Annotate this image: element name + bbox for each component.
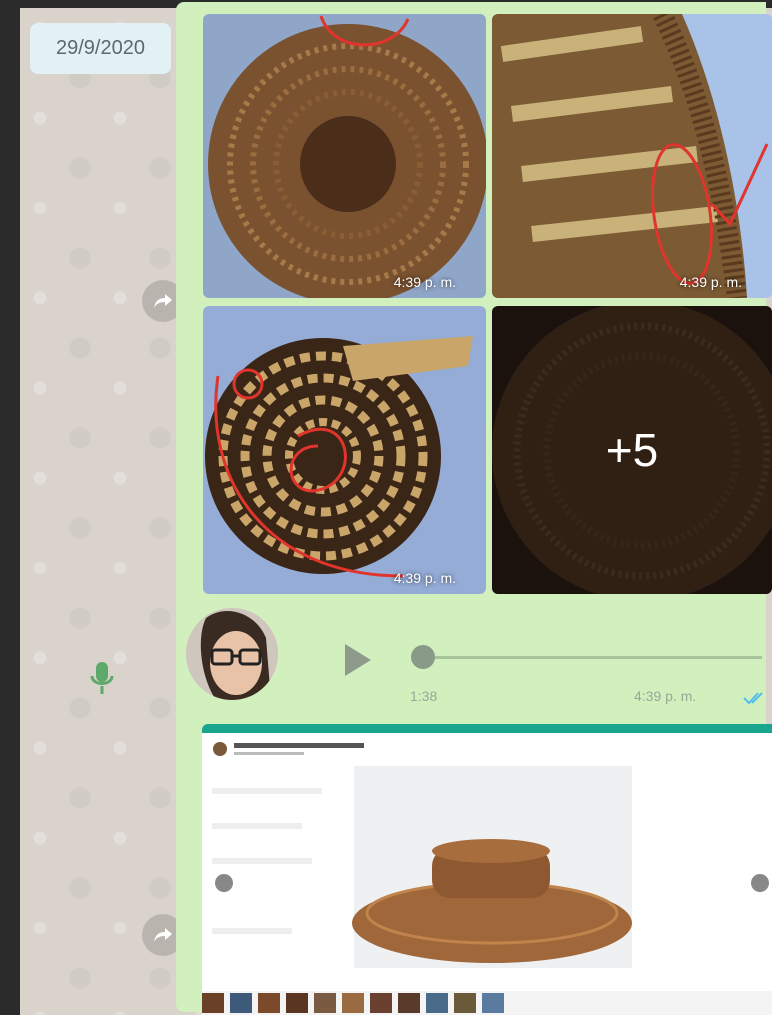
play-button[interactable] (325, 638, 377, 682)
avatar (186, 608, 278, 700)
message-time: 4:39 p. m. (679, 274, 742, 290)
forward-icon (154, 928, 172, 942)
album-photo[interactable]: 4:39 p. m. (203, 14, 486, 298)
date-chip: 29/9/2020 (30, 23, 171, 74)
voice-progress-track[interactable] (420, 656, 762, 659)
more-photos-count: +5 (605, 424, 659, 476)
screenshot-content (202, 733, 772, 1015)
message-time: 4:39 p. m. (393, 274, 456, 290)
basket-photo (492, 14, 772, 298)
microphone-icon (90, 662, 114, 694)
message-time: 4:39 p. m. (634, 688, 697, 704)
voice-progress-handle[interactable] (411, 645, 435, 669)
album-photo[interactable]: 4:39 p. m. (492, 14, 772, 298)
read-receipt-icon (743, 692, 763, 705)
album-photo[interactable]: 4:39 p. m. (203, 306, 486, 594)
basket-photo (203, 306, 486, 594)
screenshot-title-bar (202, 724, 772, 733)
message-time: 4:39 p. m. (393, 570, 456, 586)
basket-photo (203, 14, 486, 298)
forward-icon (154, 294, 172, 308)
shared-screenshot-image[interactable] (202, 724, 772, 1015)
album-photo-more[interactable]: +5 (492, 306, 772, 594)
voice-duration: 1:38 (410, 688, 438, 704)
